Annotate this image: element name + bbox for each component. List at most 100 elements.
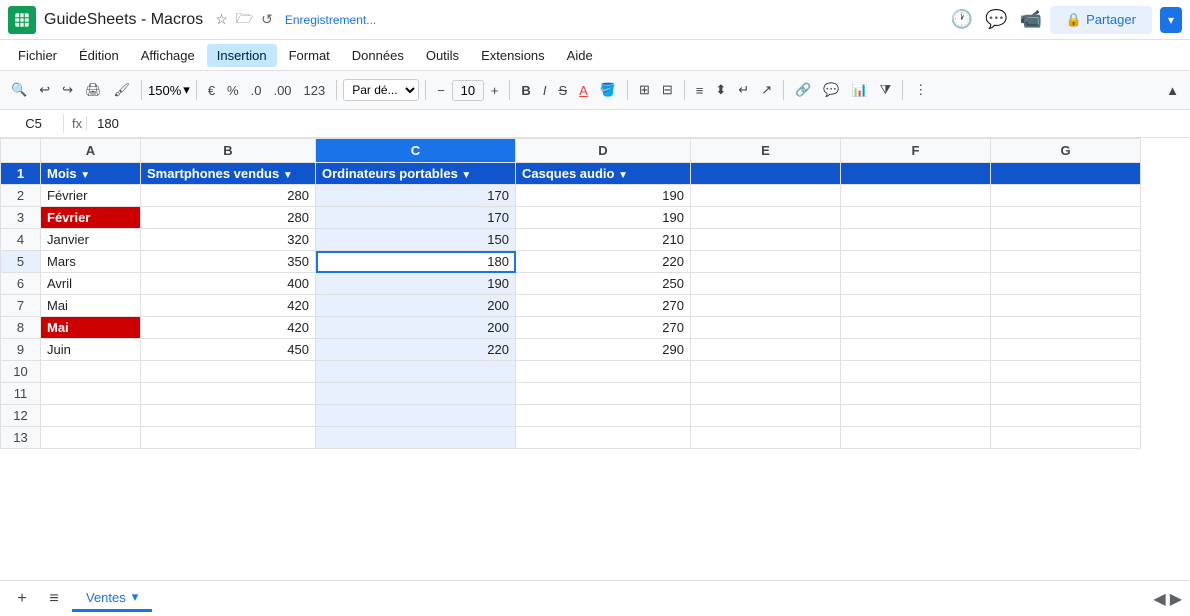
cell-g10[interactable] [991,361,1141,383]
share-dropdown-button[interactable]: ▾ [1160,7,1182,33]
cell-a5[interactable]: Mars [41,251,141,273]
font-size-value[interactable]: 10 [452,80,484,101]
print-button[interactable]: 🖨 [80,78,107,102]
merge-button[interactable]: ⊟ [657,78,678,102]
cell-c13[interactable] [316,427,516,449]
share-button[interactable]: 🔒 Partager [1050,6,1152,34]
col-header-c[interactable]: C [316,139,516,163]
sheet-tab-dropdown-icon[interactable]: ▾ [132,589,139,605]
font-family-select[interactable]: Par dé... [343,79,419,101]
cell-b9[interactable]: 450 [141,339,316,361]
cell-f8[interactable] [841,317,991,339]
decimal-dec-button[interactable]: .0 [246,79,267,102]
cell-a6[interactable]: Avril [41,273,141,295]
cell-g2[interactable] [991,185,1141,207]
currency-button[interactable]: € [203,79,220,102]
cell-d5[interactable]: 220 [516,251,691,273]
cell-e4[interactable] [691,229,841,251]
font-size-increase-button[interactable]: + [486,79,504,102]
percent-button[interactable]: % [222,79,244,102]
fill-color-button[interactable]: 🪣 [595,78,621,102]
cell-a9[interactable]: Juin [41,339,141,361]
col-header-d[interactable]: D [516,139,691,163]
cell-a4[interactable]: Janvier [41,229,141,251]
more-button[interactable]: ⋮ [909,78,932,102]
rotate-button[interactable]: ↗ [756,78,777,102]
cell-e12[interactable] [691,405,841,427]
cell-a13[interactable] [41,427,141,449]
cell-g11[interactable] [991,383,1141,405]
cell-f1[interactable] [841,163,991,185]
cell-e8[interactable] [691,317,841,339]
menu-affichage[interactable]: Affichage [131,44,205,67]
valign-button[interactable]: ⬍ [710,78,731,102]
cell-d12[interactable] [516,405,691,427]
cell-f4[interactable] [841,229,991,251]
cell-d11[interactable] [516,383,691,405]
cell-f7[interactable] [841,295,991,317]
zoom-dropdown-icon[interactable]: ▾ [183,82,190,98]
cell-e10[interactable] [691,361,841,383]
cell-d10[interactable] [516,361,691,383]
cell-b7[interactable]: 420 [141,295,316,317]
cell-f9[interactable] [841,339,991,361]
cell-c5[interactable]: 180 [316,251,516,273]
col-header-b[interactable]: B [141,139,316,163]
cell-b2[interactable]: 280 [141,185,316,207]
cell-e11[interactable] [691,383,841,405]
menu-outils[interactable]: Outils [416,44,469,67]
cell-e3[interactable] [691,207,841,229]
cell-c3[interactable]: 170 [316,207,516,229]
cell-g12[interactable] [991,405,1141,427]
cell-f6[interactable] [841,273,991,295]
cell-c9[interactable]: 220 [316,339,516,361]
cell-d8[interactable]: 270 [516,317,691,339]
chart-button[interactable]: 📊 [846,78,872,102]
cell-g3[interactable] [991,207,1141,229]
cell-a7[interactable]: Mai [41,295,141,317]
cell-a2[interactable]: Février [41,185,141,207]
cell-c2[interactable]: 170 [316,185,516,207]
folder-icon[interactable]: 🗁 [236,8,253,32]
cell-f11[interactable] [841,383,991,405]
col-header-g[interactable]: G [991,139,1141,163]
cell-d7[interactable]: 270 [516,295,691,317]
cell-c6[interactable]: 190 [316,273,516,295]
cell-b10[interactable] [141,361,316,383]
cell-d9[interactable]: 290 [516,339,691,361]
sheet-tab-ventes[interactable]: Ventes ▾ [72,585,152,612]
link-button[interactable]: 🔗 [790,78,816,102]
cell-g13[interactable] [991,427,1141,449]
cell-e2[interactable] [691,185,841,207]
cell-a11[interactable] [41,383,141,405]
cell-d13[interactable] [516,427,691,449]
scroll-left-icon[interactable]: ◀ [1153,589,1165,609]
col-header-f[interactable]: F [841,139,991,163]
cell-a8[interactable]: Mai [41,317,141,339]
cell-f12[interactable] [841,405,991,427]
cell-c12[interactable] [316,405,516,427]
cell-g5[interactable] [991,251,1141,273]
search-button[interactable]: 🔍 [6,78,32,102]
col-header-e[interactable]: E [691,139,841,163]
menu-edition[interactable]: Édition [69,44,129,67]
font-size-decrease-button[interactable]: − [432,79,450,102]
italic-button[interactable]: I [538,79,552,102]
undo-button[interactable]: ↩ [34,78,55,102]
menu-extensions[interactable]: Extensions [471,44,555,67]
cell-d3[interactable]: 190 [516,207,691,229]
cell-d6[interactable]: 250 [516,273,691,295]
paint-format-button[interactable]: 🖌 [109,78,136,102]
decimal-inc-button[interactable]: .00 [268,79,296,102]
zoom-control[interactable]: 150% ▾ [148,82,190,98]
cell-e1[interactable] [691,163,841,185]
video-icon[interactable]: 📹 [1019,9,1041,30]
menu-aide[interactable]: Aide [557,44,603,67]
cell-a12[interactable] [41,405,141,427]
cell-c10[interactable] [316,361,516,383]
menu-insertion[interactable]: Insertion [207,44,277,67]
cell-e13[interactable] [691,427,841,449]
star-icon[interactable]: ☆ [215,11,228,28]
history-icon[interactable]: ↺ [261,11,273,28]
add-sheet-button[interactable]: + [8,585,36,613]
